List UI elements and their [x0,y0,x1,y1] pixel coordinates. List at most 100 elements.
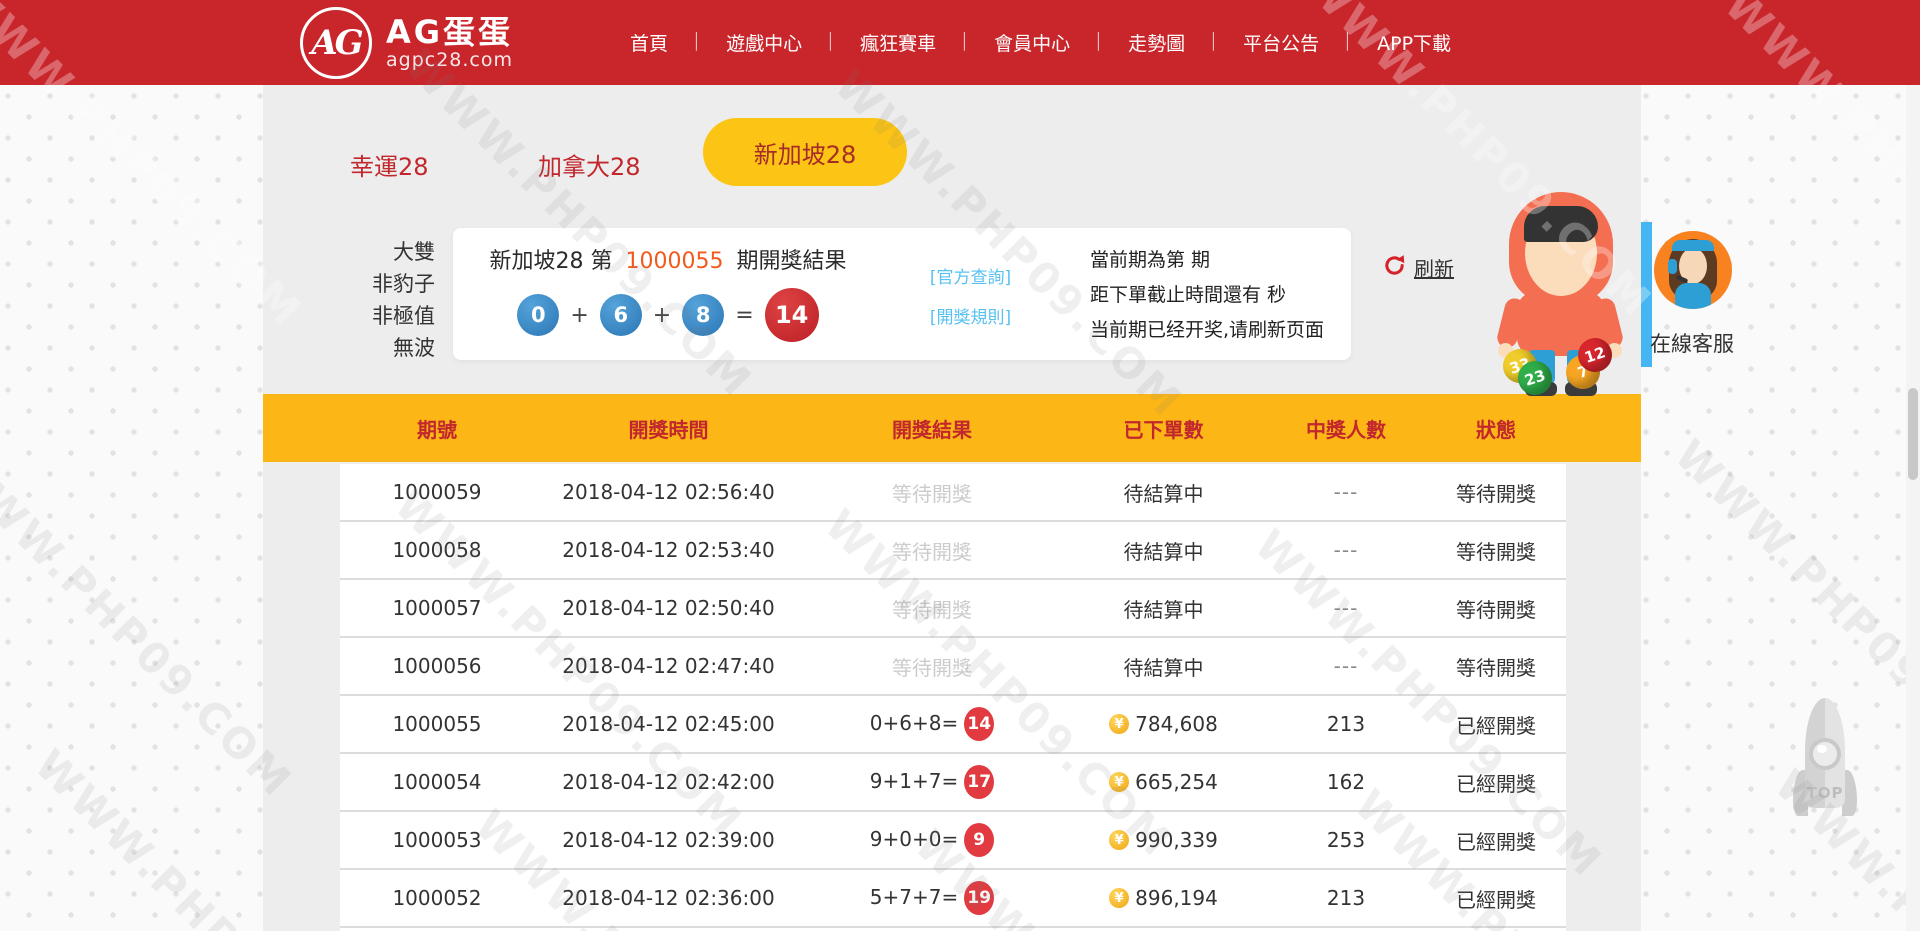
nav-item-label: 平台公告 [1243,33,1320,55]
cell-period: 1000053 [392,828,482,852]
cell-status: 已經開獎 [1456,829,1536,854]
table-body: 1000059 2018-04-12 02:56:40 等待開獎 待結算中 --… [340,464,1566,931]
result-sum-badge: 17 [964,765,995,799]
filter-label: 無波 [393,336,435,360]
cell-time: 2018-04-12 02:45:00 [562,712,775,736]
tab-加拿大28[interactable]: 加拿大28 [538,147,641,182]
coin-icon: ¥ [1109,888,1130,908]
headset-icon [1672,240,1714,251]
service-avatar[interactable] [1654,231,1732,309]
cell-period: 1000059 [392,480,482,504]
nav-item[interactable]: 首頁 [601,29,697,56]
cell-time: 2018-04-12 02:39:00 [562,828,775,852]
table-row: 1000056 2018-04-12 02:47:40 等待開獎 待結算中 --… [340,638,1566,696]
cell-bets: 待結算中 [1123,539,1204,564]
cell-time: 2018-04-12 02:47:40 [562,654,775,678]
cell-time: 2018-04-12 02:36:00 [562,886,775,910]
result-link[interactable]: [開獎規則] [883,298,1058,338]
rocket-window-icon [1809,738,1841,770]
cell-result: 等待開獎 [892,539,972,564]
cell-period: 1000055 [392,712,482,736]
site-logo[interactable]: AG AG蛋蛋 agpc28.com [300,6,513,79]
cell-bets: ¥990,339 [1061,828,1266,852]
service-avatar-body [1675,283,1711,309]
coin-icon: ¥ [1109,830,1130,850]
nav-item[interactable]: APP下載 [1344,29,1480,56]
cell-result: 0+6+8= 14 [803,707,1061,741]
nav-item[interactable]: 會員中心 [961,29,1099,56]
cell-status: 等待開獎 [1456,539,1536,564]
result-sum-badge: 14 [964,707,995,741]
cell-winners: 253 [1326,828,1366,852]
cell-winners: --- [1333,538,1359,562]
scrollbar-thumb[interactable] [1908,388,1918,480]
cell-period: 1000054 [392,770,482,794]
cell-result: 5+7+7= 19 [803,881,1061,915]
refresh-icon [1383,254,1406,281]
result-formula: 0+6+8= [869,710,959,735]
nav-item-label: 走勢圖 [1128,33,1186,55]
cell-winners: 213 [1326,712,1366,736]
coin-icon: ¥ [1109,772,1130,792]
table-header: 期號 開獎時間 開獎結果 已下單數 中獎人數 狀態 [263,394,1641,462]
back-to-top-label: TOP [1806,784,1844,802]
cell-winners: 213 [1326,886,1366,910]
table-header-cell: 開獎時間 [628,417,709,442]
cell-result: 等待開獎 [892,655,972,680]
result-ball: 0 [517,294,560,336]
tab-新加坡28[interactable]: 新加坡28 [703,118,907,186]
nav-item[interactable]: 平台公告 [1210,29,1348,56]
back-to-top-button[interactable]: TOP [1793,698,1857,828]
side-filters: 大雙 非豹子 非極值 無波 [263,236,435,364]
nav-item[interactable]: 走勢圖 [1095,29,1214,56]
cell-status: 已經開獎 [1456,713,1536,738]
cell-status: 已經開獎 [1456,887,1536,912]
service-label[interactable]: 在線客服 [1650,328,1734,358]
result-formula: 9+1+7= [869,768,959,793]
table-row: 1000053 2018-04-12 02:39:00 9+0+0= 9 ¥990… [340,812,1566,870]
refresh-button[interactable]: 刷新 [1383,253,1454,282]
plus-sign: + [570,302,589,328]
equals-sign: = [735,302,754,328]
result-links: [官方查詢] [開獎規則] [883,228,1058,360]
cell-result: 等待開獎 [892,481,972,506]
table-row: 1000055 2018-04-12 02:45:00 0+6+8= 14 ¥78… [340,696,1566,754]
filter-label: 大雙 [393,240,435,264]
result-title-suffix: 期開獎結果 [736,249,847,274]
table-row: 1000059 2018-04-12 02:56:40 等待開獎 待結算中 --… [340,464,1566,522]
cell-bets: ¥784,608 [1061,712,1266,736]
cell-time: 2018-04-12 02:50:40 [562,596,775,620]
bets-amount: 784,608 [1135,712,1218,736]
scrollbar-track[interactable] [1906,85,1920,931]
result-title: 新加坡28 第 1000055 期開獎結果 [453,243,883,275]
filter-label: 非極值 [372,304,435,328]
tab-幸運28[interactable]: 幸運28 [350,147,429,182]
nav-item[interactable]: 瘋狂賽車 [827,29,965,56]
table-header-cell: 開獎結果 [892,417,972,442]
cell-time: 2018-04-12 02:53:40 [562,538,775,562]
cell-result: 等待開獎 [892,597,972,622]
cell-status: 等待開獎 [1456,655,1536,680]
result-sum-ball: 14 [764,288,819,342]
nav-item[interactable]: 遊戲中心 [693,29,831,56]
table-row: 1000054 2018-04-12 02:42:00 9+1+7= 17 ¥66… [340,754,1566,812]
bets-amount: 896,194 [1135,886,1218,910]
bets-amount: 990,339 [1135,828,1218,852]
main-content: 幸運28 加拿大28 新加坡28 大雙 非豹子 非極值 無波 新加坡28 第 100005… [263,85,1641,931]
period-number: 1000055 [625,249,724,274]
watermark-text: WWW.PHP09.COM [0,440,303,807]
cell-bets: ¥665,254 [1061,770,1266,794]
info-line: 當前期為第 期 [1090,249,1211,271]
cell-period: 1000057 [392,596,482,620]
refresh-label: 刷新 [1414,257,1454,281]
result-ball: 6 [599,294,642,336]
cell-status: 等待開獎 [1456,597,1536,622]
nav-item-label: 會員中心 [994,33,1071,55]
result-info: 當前期為第 期距下單截止時間還有 秒当前期已经开奖,请刷新页面 [1058,228,1351,360]
headset-earpiece-icon [1668,259,1677,274]
result-panel: 新加坡28 第 1000055 期開獎結果 0 +6 +8 = 14 [官方查詢] [開獎… [453,228,1351,360]
result-sum-badge: 9 [964,823,995,857]
cell-result: 9+1+7= 17 [803,765,1061,799]
result-link[interactable]: [官方查詢] [883,258,1058,298]
table-header-cell: 已下單數 [1123,417,1204,442]
